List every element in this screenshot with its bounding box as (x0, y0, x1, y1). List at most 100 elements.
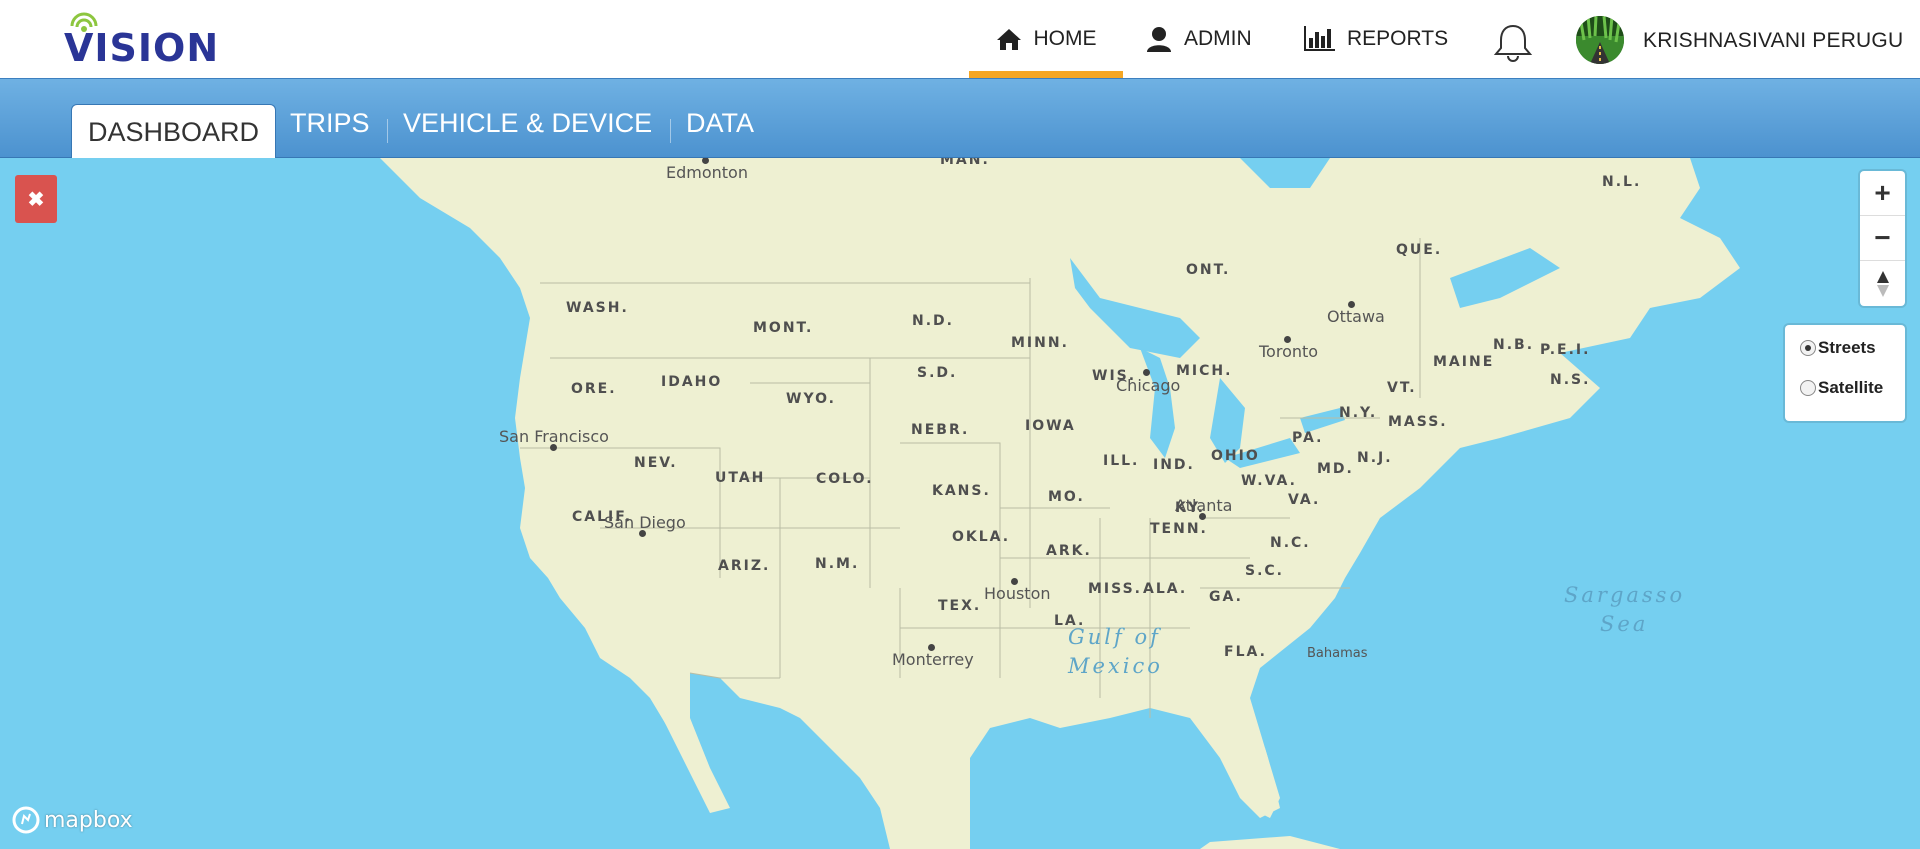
map-label: N.M. (815, 556, 860, 572)
compass-icon (1876, 270, 1889, 297)
user-name[interactable]: KRISHNASIVANI PERUGU (1643, 29, 1903, 53)
tab-vehicle-device[interactable]: VEHICLE & DEVICE (403, 103, 652, 143)
map-label: MAINE (1433, 354, 1495, 370)
mapbox-attribution[interactable]: mapbox (12, 806, 133, 834)
zoom-control: + − (1860, 171, 1905, 306)
map-label: VT. (1387, 380, 1417, 396)
city-label: Chicago (1116, 376, 1181, 395)
map-label: MICH. (1176, 363, 1233, 379)
map-label: TEX. (938, 598, 982, 614)
city-label: Ottawa (1327, 307, 1385, 326)
tab-trips[interactable]: TRIPS (290, 103, 370, 143)
map-label: IOWA (1025, 418, 1076, 434)
tab-data[interactable]: DATA (686, 103, 754, 143)
map-label: N.B. (1493, 337, 1535, 353)
map-label: VA. (1288, 492, 1321, 508)
map-view[interactable]: MAN. ONT. QUE. N.L. N.B. P.E.I. N.S. WAS… (0, 158, 1920, 849)
map-label: N.D. (912, 313, 954, 329)
map-label: P.E.I. (1540, 342, 1591, 358)
nav-admin-label: ADMIN (1184, 27, 1252, 50)
compass-button[interactable] (1860, 261, 1905, 306)
map-label: ARK. (1046, 543, 1092, 559)
streets-radio[interactable] (1800, 340, 1816, 356)
city-marker (1199, 513, 1206, 520)
water-label: Mexico (1068, 654, 1163, 678)
tab-separator (387, 119, 388, 143)
map-label: N.L. (1602, 174, 1642, 190)
map-style-switcher: Streets Satellite (1785, 325, 1905, 421)
map-label: FLA. (1224, 644, 1267, 660)
close-button[interactable]: ✖ (15, 175, 57, 223)
map-label: IDAHO (661, 374, 723, 390)
style-option-label: Satellite (1818, 378, 1884, 397)
bar-chart-icon (1304, 26, 1335, 51)
zoom-in-button[interactable]: + (1860, 171, 1905, 216)
city-label: Atlanta (1175, 496, 1233, 515)
avatar[interactable] (1576, 16, 1624, 64)
tab-dashboard[interactable]: DASHBOARD (71, 104, 277, 159)
map-basemap (380, 158, 1740, 849)
map-label: IND. (1153, 457, 1195, 473)
nav-reports-label: REPORTS (1347, 27, 1449, 50)
style-option-label: Streets (1818, 338, 1876, 357)
map-label: OHIO (1211, 448, 1260, 464)
map-label: KANS. (932, 483, 991, 499)
city-label: Bahamas (1307, 646, 1368, 661)
active-nav-indicator (969, 71, 1123, 78)
city-label: Houston (984, 584, 1051, 603)
water-label: Sea (1600, 612, 1649, 636)
map-label: MD. (1317, 461, 1354, 477)
map-label: ILL. (1103, 453, 1140, 469)
city-label: Monterrey (892, 650, 974, 669)
map-label: PA. (1292, 430, 1324, 446)
nav-home[interactable]: HOME (969, 0, 1123, 78)
water-label: Gulf of (1068, 625, 1161, 649)
vision-logo[interactable]: VISION (62, 12, 242, 70)
map-label: S.C. (1245, 563, 1284, 579)
satellite-radio[interactable] (1800, 380, 1816, 396)
map-label: ARIZ. (718, 558, 771, 574)
map-label: MISS. (1088, 581, 1142, 597)
mapbox-label: mapbox (44, 807, 133, 833)
close-icon: ✖ (27, 188, 45, 211)
map-label: NEBR. (911, 422, 970, 438)
map-label: TENN. (1150, 521, 1208, 537)
tab-strip: DASHBOARD TRIPS VEHICLE & DEVICE DATA (0, 78, 1920, 159)
map-label: MO. (1048, 489, 1085, 505)
bell-icon[interactable] (1492, 22, 1534, 62)
map-label: MONT. (753, 320, 814, 336)
zoom-out-button[interactable]: − (1860, 216, 1905, 261)
city-label: Toronto (1259, 342, 1319, 361)
city-marker (639, 530, 646, 537)
map-label: ALA. (1143, 581, 1188, 597)
map-label: WYO. (786, 391, 836, 407)
nav-admin[interactable]: ADMIN (1146, 0, 1252, 78)
map-label: GA. (1209, 589, 1243, 605)
map-label: COLO. (816, 471, 874, 487)
map-label: N.Y. (1339, 405, 1378, 421)
nav-home-label: HOME (1033, 27, 1097, 50)
map-label: S.D. (917, 365, 958, 381)
city-marker (550, 444, 557, 451)
nav-reports[interactable]: REPORTS (1303, 0, 1448, 78)
map-label: ONT. (1186, 262, 1231, 278)
style-option-satellite[interactable]: Satellite (1800, 378, 1883, 398)
city-marker (1143, 369, 1150, 376)
water-label: Sargasso (1564, 583, 1686, 607)
map-label: N.C. (1270, 535, 1311, 551)
home-icon (996, 29, 1021, 50)
map-label: UTAH (715, 470, 766, 486)
top-header: VISION HOME ADMIN REPORTS KRISHNASIVANI … (0, 0, 1920, 78)
tab-separator (670, 119, 671, 143)
mapbox-logo-icon (12, 806, 40, 834)
map-label: OKLA. (952, 529, 1011, 545)
city-label: San Diego (604, 513, 686, 532)
map-label: MAN. (940, 158, 990, 168)
logo-text: VISION (64, 26, 220, 70)
map-label: N.S. (1550, 372, 1591, 388)
map-label: MINN. (1011, 335, 1069, 351)
map-label: ORE. (571, 381, 617, 397)
style-option-streets[interactable]: Streets (1800, 338, 1876, 358)
map-label: N.J. (1357, 450, 1393, 466)
city-label: Edmonton (666, 163, 748, 182)
